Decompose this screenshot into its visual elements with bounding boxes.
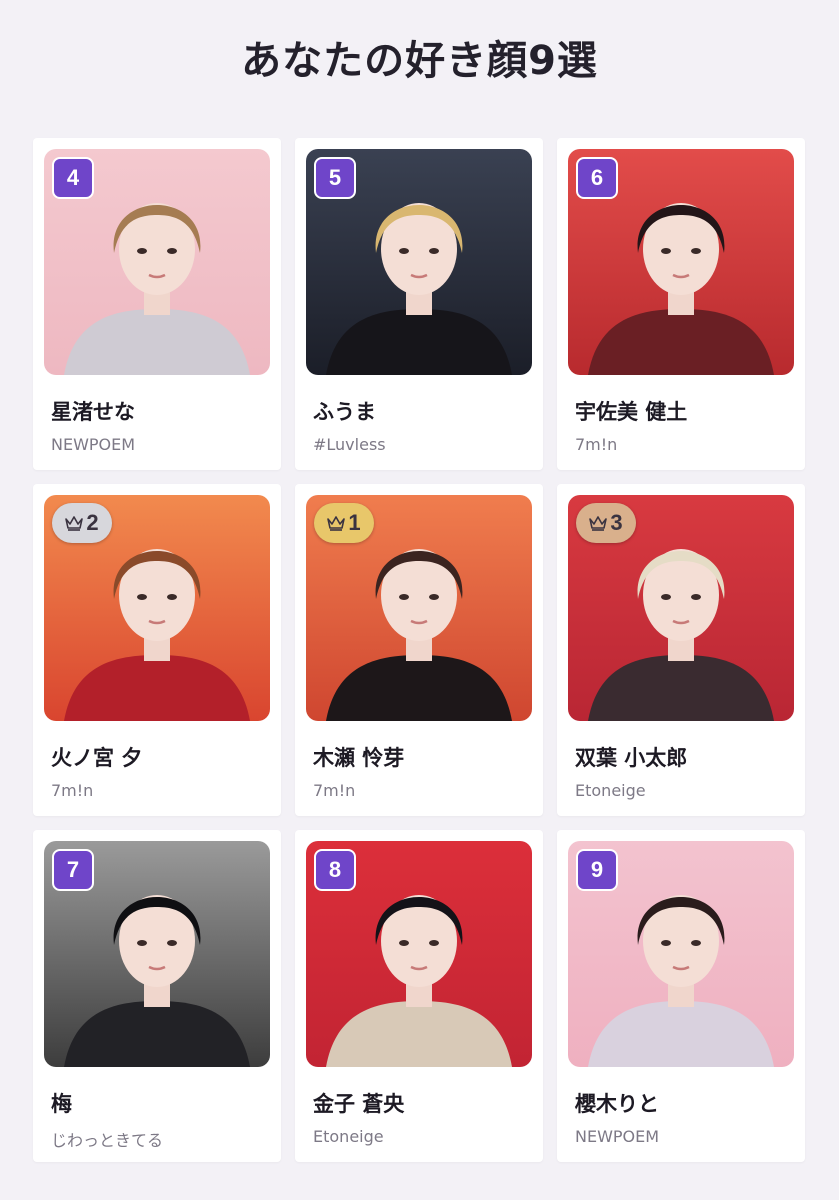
- member-name: 宇佐美 健土: [575, 400, 688, 424]
- ranking-card[interactable]: 4 星渚せな NEWPOEM: [33, 138, 281, 470]
- crown-icon: [65, 515, 84, 531]
- ranking-card[interactable]: 2 火ノ宮 夕 7m!n: [33, 484, 281, 816]
- member-name: 金子 蒼央: [313, 1092, 405, 1116]
- member-name: 木瀬 怜芽: [313, 746, 405, 770]
- member-photo: 3: [568, 495, 794, 721]
- member-photo: 2: [44, 495, 270, 721]
- member-group: 7m!n: [575, 435, 618, 454]
- ranking-card[interactable]: 9 櫻木りと NEWPOEM: [557, 830, 805, 1162]
- ranking-card[interactable]: 8 金子 蒼央 Etoneige: [295, 830, 543, 1162]
- ranking-grid: 4 星渚せな NEWPOEM 5 ふうま #Luvless 6 宇佐美 健土 7…: [33, 138, 805, 1162]
- member-group: Etoneige: [313, 1127, 384, 1146]
- rank-badge: 9: [576, 849, 618, 891]
- ranking-card[interactable]: 1 木瀬 怜芽 7m!n: [295, 484, 543, 816]
- member-photo: 4: [44, 149, 270, 375]
- member-name: 星渚せな: [51, 400, 135, 424]
- member-name: 火ノ宮 夕: [51, 746, 143, 770]
- member-group: #Luvless: [313, 435, 386, 454]
- rank-badge: 4: [52, 157, 94, 199]
- crown-icon: [327, 515, 346, 531]
- ranking-card[interactable]: 7 梅 じわっときてる: [33, 830, 281, 1162]
- member-group: じわっときてる: [51, 1131, 164, 1150]
- rank-badge: 8: [314, 849, 356, 891]
- member-photo: 1: [306, 495, 532, 721]
- rank-badge: 6: [576, 157, 618, 199]
- member-group: NEWPOEM: [51, 435, 136, 454]
- member-group: 7m!n: [51, 781, 94, 800]
- crown-icon: [589, 515, 608, 531]
- ranking-card[interactable]: 3 双葉 小太郎 Etoneige: [557, 484, 805, 816]
- rank-badge: 5: [314, 157, 356, 199]
- rank-badge: 3: [576, 503, 636, 543]
- member-photo: 5: [306, 149, 532, 375]
- member-group: NEWPOEM: [575, 1127, 660, 1146]
- rank-badge: 7: [52, 849, 94, 891]
- member-name: ふうま: [313, 400, 376, 424]
- member-photo: 7: [44, 841, 270, 1067]
- member-group: 7m!n: [313, 781, 356, 800]
- member-name: 双葉 小太郎: [575, 746, 688, 770]
- member-name: 梅: [51, 1092, 72, 1116]
- rank-badge: 1: [314, 503, 374, 543]
- ranking-card[interactable]: 5 ふうま #Luvless: [295, 138, 543, 470]
- member-photo: 9: [568, 841, 794, 1067]
- rank-number: 3: [610, 510, 623, 535]
- rank-badge: 2: [52, 503, 112, 543]
- rank-number: 1: [348, 510, 361, 535]
- member-name: 櫻木りと: [575, 1092, 659, 1116]
- rank-number: 2: [86, 510, 99, 535]
- ranking-card[interactable]: 6 宇佐美 健土 7m!n: [557, 138, 805, 470]
- member-photo: 8: [306, 841, 532, 1067]
- member-photo: 6: [568, 149, 794, 375]
- page-title: あなたの好き顔9選: [241, 38, 598, 84]
- member-group: Etoneige: [575, 781, 646, 800]
